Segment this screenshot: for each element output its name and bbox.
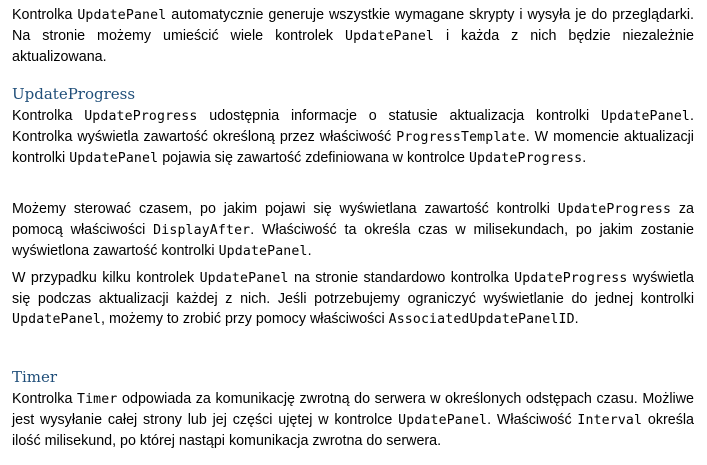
code-term: UpdatePanel	[601, 109, 691, 124]
heading-timer: Timer	[12, 368, 58, 386]
code-term: UpdatePanel	[12, 312, 101, 327]
code-term: UpdateProgress	[514, 271, 628, 286]
code-term: UpdatePanel	[77, 8, 167, 23]
text-run: Możemy sterować czasem, po jakim pojawi …	[12, 201, 558, 217]
text-run: .	[307, 243, 312, 259]
code-term: UpdatePanel	[218, 244, 308, 259]
document-page: Kontrolka UpdatePanel automatycznie gene…	[0, 0, 707, 465]
paragraph-displayafter: Możemy sterować czasem, po jakim pojawi …	[12, 199, 694, 262]
paragraph-timer-description: Kontrolka Timer odpowiada za komunikację…	[12, 389, 694, 451]
code-term: AssociatedUpdatePanelID	[388, 312, 575, 327]
text-run: Kontrolka	[12, 108, 85, 124]
heading-updateprogress: UpdateProgress	[12, 85, 136, 103]
code-term: DisplayAfter	[153, 223, 251, 238]
text-run: Kontrolka	[12, 391, 77, 407]
paragraph-associatedupdatepanelid: W przypadku kilku kontrolek UpdatePanel …	[12, 268, 694, 330]
code-term: UpdatePanel	[345, 29, 435, 44]
text-run: .	[574, 311, 579, 327]
code-term: UpdateProgress	[84, 109, 198, 124]
code-term: Interval	[577, 413, 643, 428]
code-term: UpdatePanel	[398, 413, 488, 428]
text-run: . Właściwość	[487, 412, 578, 428]
code-term: UpdateProgress	[557, 202, 672, 217]
paragraph-updatepanel-intro: Kontrolka UpdatePanel automatycznie gene…	[12, 5, 694, 67]
paragraph-updateprogress-description: Kontrolka UpdateProgress udostępnia info…	[12, 106, 694, 169]
text-run: W przypadku kilku kontrolek	[12, 270, 200, 286]
text-run: .	[582, 150, 587, 166]
text-run: pojawia się zawartość zdefiniowana w kon…	[158, 150, 469, 166]
text-run: na stronie standardowo kontrolka	[288, 270, 515, 286]
text-run: Kontrolka	[12, 7, 78, 23]
code-term: Timer	[77, 392, 118, 407]
text-run: , możemy to zrobić przy pomocy właściwoś…	[101, 311, 389, 327]
text-run: udostępnia informacje o statusie aktuali…	[197, 108, 602, 124]
code-term: ProgressTemplate	[396, 130, 526, 145]
code-term: UpdatePanel	[69, 151, 159, 166]
code-term: UpdateProgress	[468, 151, 583, 166]
code-term: UpdatePanel	[199, 271, 289, 286]
